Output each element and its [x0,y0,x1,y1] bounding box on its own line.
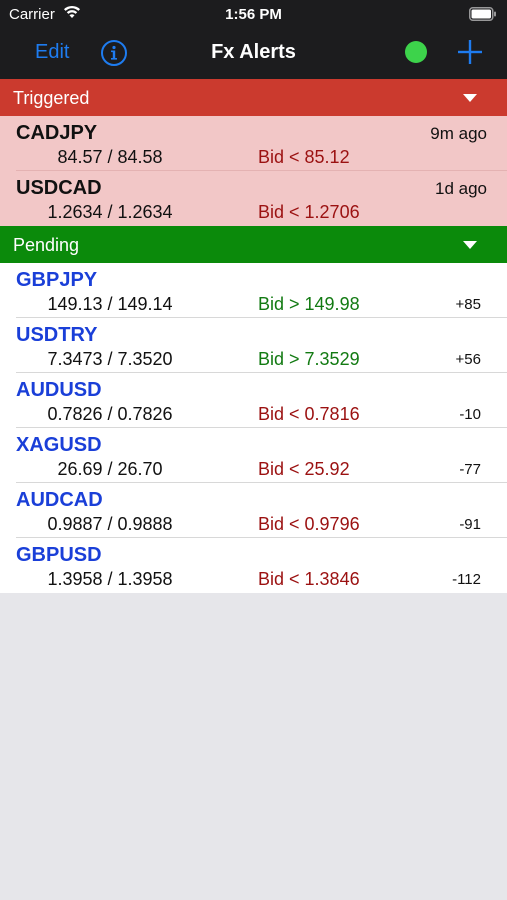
bid-ask-quote: 1.3958 / 1.3958 [47,569,173,589]
page-title: Fx Alerts [211,41,296,63]
chevron-down-icon[interactable] [463,94,477,102]
alert-row-pending[interactable]: AUDUSD 0.7826 / 0.7826 Bid < 0.7816 -10 [0,373,507,428]
pip-distance: -77 [459,461,481,478]
connection-status-dot [405,41,427,63]
currency-pair: XAGUSD [16,434,102,456]
pip-distance: +85 [455,296,481,313]
section-title-triggered: Triggered [13,88,90,108]
bid-ask-quote: 0.9887 / 0.9888 [47,514,173,534]
alert-row-triggered[interactable]: USDCAD 1d ago 1.2634 / 1.2634 Bid < 1.27… [0,171,507,226]
alert-row-pending[interactable]: GBPUSD 1.3958 / 1.3958 Bid < 1.3846 -112 [0,538,507,593]
alert-row-pending[interactable]: GBPJPY 149.13 / 149.14 Bid > 149.98 +85 [0,263,507,318]
alert-condition: Bid < 25.92 [258,459,350,479]
add-alert-icon[interactable] [457,39,483,70]
currency-pair: CADJPY [16,122,98,144]
alert-row-triggered[interactable]: CADJPY 9m ago 84.57 / 84.58 Bid < 85.12 [0,116,507,171]
triggered-section-header[interactable]: Triggered [0,79,507,116]
alert-condition: Bid > 149.98 [258,294,360,314]
alert-condition: Bid < 0.7816 [258,404,360,424]
bid-ask-quote: 1.2634 / 1.2634 [47,202,173,222]
trigger-age: 1d ago [435,179,487,198]
alert-condition: Bid > 7.3529 [258,349,360,369]
alert-condition: Bid < 1.3846 [258,569,360,589]
section-title-pending: Pending [13,235,80,255]
alert-row-pending[interactable]: AUDCAD 0.9887 / 0.9888 Bid < 0.9796 -91 [0,483,507,538]
currency-pair: AUDCAD [16,489,103,511]
currency-pair: USDCAD [16,177,102,199]
trigger-age: 9m ago [430,124,487,143]
chevron-down-icon[interactable] [463,241,477,249]
currency-pair: GBPJPY [16,269,98,291]
pending-section-header[interactable]: Pending [0,226,507,263]
alert-row-pending[interactable]: USDTRY 7.3473 / 7.3520 Bid > 7.3529 +56 [0,318,507,373]
bid-ask-quote: 84.57 / 84.58 [57,147,163,167]
bid-ask-quote: 149.13 / 149.14 [47,294,173,314]
currency-pair: GBPUSD [16,544,102,566]
pip-distance: -112 [452,571,481,588]
bid-ask-quote: 7.3473 / 7.3520 [47,349,173,369]
alert-condition: Bid < 85.12 [258,147,350,167]
pip-distance: +56 [455,351,481,368]
bid-ask-quote: 26.69 / 26.70 [57,459,163,479]
alert-condition: Bid < 1.2706 [258,202,360,222]
clock: 1:56 PM [225,6,282,23]
bid-ask-quote: 0.7826 / 0.7826 [47,404,173,424]
alert-row-pending[interactable]: XAGUSD 26.69 / 26.70 Bid < 25.92 -77 [0,428,507,483]
currency-pair: AUDUSD [16,379,102,401]
nav-bar: Edit Fx Alerts [0,30,507,79]
status-bar: Carrier 1:56 PM [0,0,507,30]
pip-distance: -10 [459,406,481,423]
pip-distance: -91 [459,516,481,533]
currency-pair: USDTRY [16,324,98,346]
battery-icon [469,7,497,25]
alert-condition: Bid < 0.9796 [258,514,360,534]
